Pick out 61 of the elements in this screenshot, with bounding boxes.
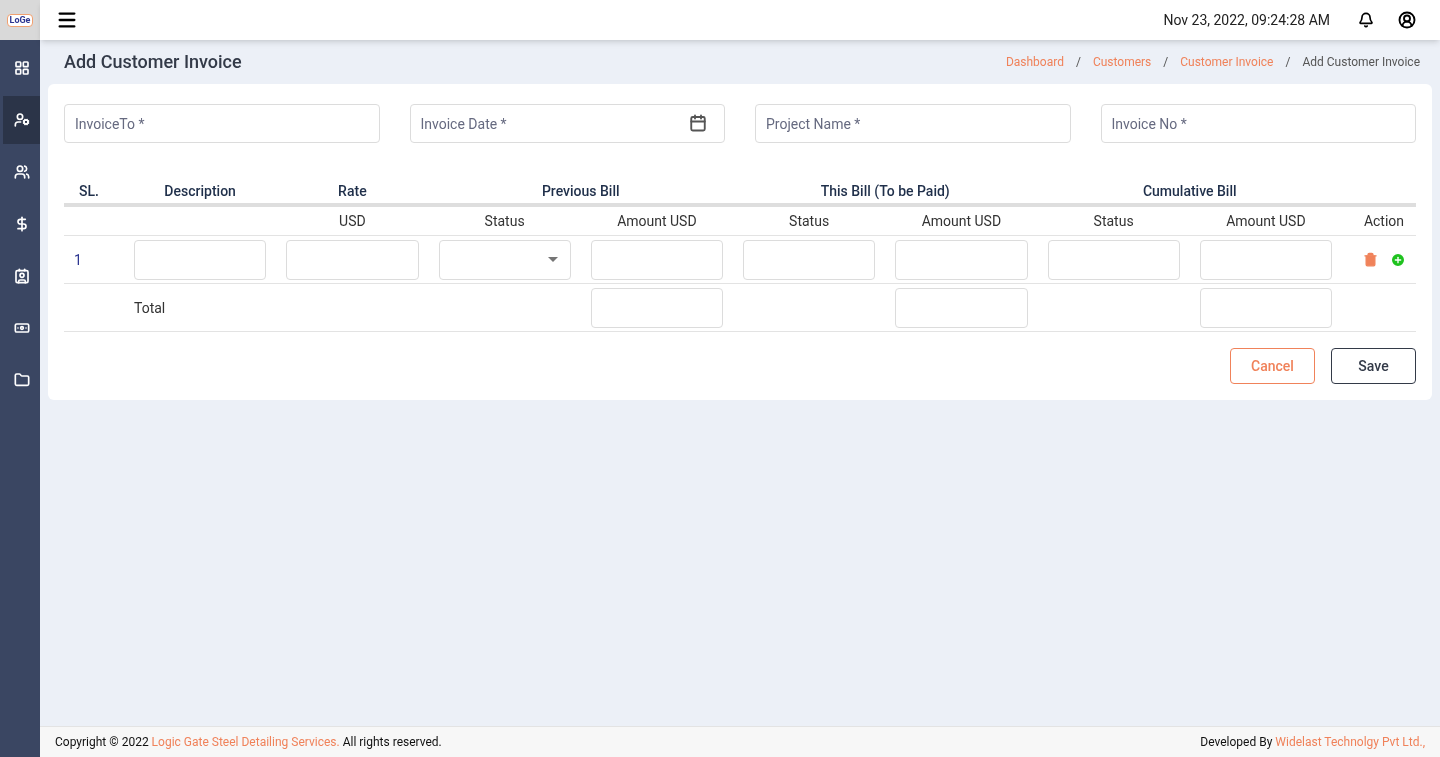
row-number: 1 [73, 250, 83, 270]
table-input-field[interactable] [590, 287, 723, 328]
menu-icon[interactable] [56, 9, 78, 31]
table-input-field[interactable] [1047, 239, 1180, 280]
breadcrumb-current: Add Customer Invoice [1302, 54, 1420, 70]
add-icon[interactable] [1389, 251, 1406, 268]
table-input-field[interactable] [895, 239, 1028, 280]
table-input-field[interactable] [1199, 287, 1332, 328]
sidebar-item[interactable] [3, 96, 40, 144]
date-field[interactable]: Invoice Date * [409, 104, 725, 143]
breadcrumb-link[interactable]: Customers [1092, 54, 1152, 70]
folder-icon [13, 372, 30, 388]
column-group-header: Rate [337, 182, 368, 201]
company-link[interactable]: Logic Gate Steel Detailing Services. [151, 735, 340, 749]
column-header: Status [1092, 212, 1135, 231]
calendar-icon[interactable] [689, 114, 707, 132]
developer-link[interactable]: Widelast Technolgy Pvt Ltd., [1275, 735, 1425, 749]
column-header: Status [788, 212, 831, 231]
column-header: Status [483, 212, 526, 231]
bell-icon[interactable] [1358, 12, 1374, 28]
breadcrumb-link[interactable]: Customer Invoice [1180, 54, 1274, 70]
date-time: Nov 23, 2022, 09:24:28 AM [1163, 11, 1330, 30]
table-input-field[interactable] [590, 239, 723, 280]
users-icon [13, 164, 30, 180]
column-group-header: Previous Bill [540, 182, 621, 201]
dropdown-caret-icon [547, 257, 558, 262]
breadcrumb-link[interactable]: Dashboard [1005, 54, 1064, 70]
logo: LoGe [6, 13, 34, 27]
total-label: Total [134, 298, 167, 318]
cancel-button[interactable]: Cancel [1230, 348, 1315, 384]
column-group-header: Cumulative Bill [1141, 182, 1238, 201]
user-gear-icon [13, 112, 30, 128]
breadcrumb-separator: / [1284, 54, 1292, 70]
save-button[interactable]: Save [1331, 348, 1416, 384]
status-select[interactable] [438, 239, 571, 280]
user-account-icon[interactable] [1398, 11, 1416, 29]
column-group-header: This Bill (To be Paid) [819, 182, 951, 201]
table-input-field[interactable] [743, 239, 876, 280]
dashboard-grid-icon [13, 60, 30, 76]
table-input-field[interactable] [134, 239, 267, 280]
input-field[interactable]: Project Name * [755, 104, 1071, 143]
delete-icon[interactable] [1362, 252, 1378, 267]
column-header: USD [338, 212, 367, 231]
id-card-icon [13, 268, 30, 284]
column-header: Amount USD [616, 212, 698, 231]
column-header: Amount USD [920, 212, 1003, 231]
breadcrumb-separator: / [1074, 54, 1082, 70]
column-group-header: Description [163, 182, 237, 201]
page-title: Add Customer Invoice [64, 50, 242, 74]
input-field[interactable]: InvoiceTo * [64, 104, 380, 143]
copyright-text: Copyright © 2022 Logic Gate Steel Detailing Services. All rights reserved. [55, 734, 442, 750]
developer-credit: Developed By Widelast Technolgy Pvt Ltd., [1200, 734, 1425, 750]
table-input-field[interactable] [286, 239, 419, 280]
column-group-header: SL. [78, 182, 100, 201]
column-header: Action [1362, 212, 1406, 231]
table-input-field[interactable] [895, 287, 1028, 328]
input-field[interactable]: Invoice No * [1100, 104, 1416, 143]
banknote-icon [13, 320, 30, 336]
column-header: Amount USD [1225, 212, 1307, 231]
breadcrumb-separator: / [1162, 54, 1170, 70]
table-input-field[interactable] [1199, 239, 1332, 280]
